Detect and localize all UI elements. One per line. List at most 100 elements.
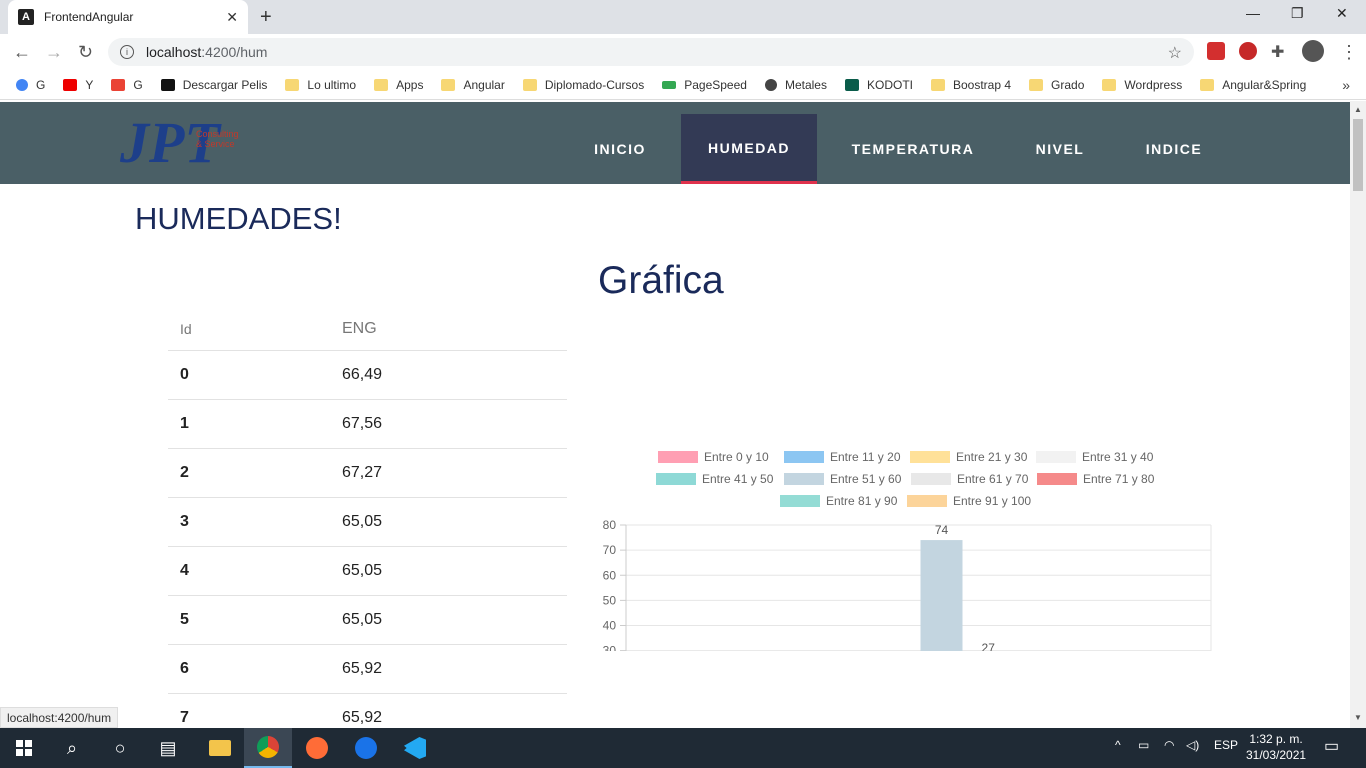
folder-icon — [1029, 78, 1044, 91]
vscode-icon[interactable] — [391, 728, 439, 768]
page-title: HUMEDADES! — [135, 201, 342, 236]
bookmark-grado[interactable]: Grado — [1029, 78, 1084, 92]
forward-icon[interactable]: → — [45, 42, 63, 63]
bookmark-gmail[interactable]: G — [111, 78, 143, 92]
clock[interactable]: 1:32 p. m. 31/03/2021 — [1246, 731, 1306, 763]
y-tick-label: 70 — [603, 543, 617, 557]
bookmark-diplomado[interactable]: Diplomado-Cursos — [522, 78, 644, 92]
folder-icon — [285, 78, 300, 91]
bookmark-apps[interactable]: Apps — [374, 78, 423, 92]
table-row: 6 65,92 — [168, 645, 567, 694]
menu-dots-icon[interactable]: ⋮ — [1340, 42, 1358, 63]
table-row: 3 65,05 — [168, 498, 567, 547]
battery-icon[interactable]: ▭ — [1138, 738, 1149, 752]
address-bar[interactable]: i localhost:4200/hum ☆ — [108, 38, 1194, 66]
bookmark-boostrap[interactable]: Boostrap 4 — [931, 78, 1011, 92]
bookmark-descargar-pelis[interactable]: Descargar Pelis — [160, 78, 267, 92]
clock-time: 1:32 p. m. — [1249, 732, 1303, 746]
folder-icon — [374, 78, 389, 91]
gmail-icon — [111, 78, 126, 91]
table-header: Id ENG — [168, 307, 567, 351]
y-tick-label: 30 — [603, 644, 617, 651]
language-indicator[interactable]: ESP — [1214, 738, 1238, 752]
folder-icon — [441, 78, 456, 91]
table-row: 7 65,92 — [168, 694, 567, 728]
table-row: 2 67,27 — [168, 449, 567, 498]
chart-plot: 01020304050607080000007427000Valores — [603, 518, 1212, 651]
maps-app-icon[interactable] — [342, 728, 390, 768]
bar-value-label: 27 — [982, 641, 996, 651]
tray-chevron-icon[interactable]: ^ — [1115, 738, 1121, 752]
youtube-icon — [63, 78, 78, 91]
y-tick-label: 60 — [603, 568, 617, 582]
scroll-down-icon[interactable]: ▼ — [1354, 713, 1362, 722]
table-row: 1 67,56 — [168, 400, 567, 449]
search-icon[interactable]: ⌕ — [48, 728, 96, 768]
back-icon[interactable]: ← — [13, 42, 31, 63]
bookmark-google[interactable]: G — [16, 78, 45, 92]
notifications-icon[interactable]: ▭ — [1324, 736, 1339, 756]
nav-humedad[interactable]: HUMEDAD — [681, 114, 817, 184]
nav-indice[interactable]: INDICE — [1130, 114, 1218, 184]
postman-icon[interactable] — [293, 728, 341, 768]
extension-red-icon[interactable] — [1207, 42, 1225, 60]
site-logo[interactable]: JPT Consulting & Service — [119, 102, 240, 175]
humidity-chart: Entre 0 y 10 Entre 11 y 20 Entre 21 y 30 En… — [596, 351, 1216, 651]
adblock-icon[interactable] — [1239, 42, 1257, 60]
close-window-icon[interactable]: ✕ — [1336, 5, 1348, 22]
task-view-icon[interactable]: ▤ — [144, 728, 192, 768]
header-id: Id — [180, 320, 192, 337]
folder-icon — [1200, 78, 1215, 91]
nav-inicio[interactable]: INICIO — [580, 114, 660, 184]
bookmark-star-icon[interactable]: ☆ — [1168, 43, 1182, 63]
restore-icon[interactable]: ❐ — [1291, 5, 1304, 22]
bookmark-angular[interactable]: Angular — [441, 78, 505, 92]
site-navbar: JPT Consulting & Service INICIO HUMEDAD … — [0, 102, 1350, 184]
scroll-thumb[interactable] — [1353, 119, 1363, 191]
bookmark-youtube[interactable]: Y — [63, 78, 93, 92]
browser-tab[interactable]: A FrontendAngular ✕ — [8, 0, 248, 34]
avatar[interactable] — [1302, 40, 1324, 62]
info-icon[interactable]: i — [120, 45, 134, 59]
start-windows-icon[interactable] — [0, 728, 48, 768]
table-row: 0 66,49 — [168, 351, 567, 400]
reload-icon[interactable]: ↻ — [78, 42, 93, 63]
nav-nivel[interactable]: NIVEL — [1020, 114, 1100, 184]
minimize-icon[interactable]: — — [1246, 5, 1260, 21]
clock-date: 31/03/2021 — [1246, 748, 1307, 762]
bookmark-angular-spring[interactable]: Angular&Spring — [1200, 78, 1306, 92]
browser-toolbar: ← → ↻ i localhost:4200/hum ☆ ✚ ⋮ — [0, 34, 1366, 70]
svg-text:Consulting: Consulting — [196, 129, 239, 139]
bar-value-label: 74 — [935, 523, 949, 537]
table-row: 5 65,05 — [168, 596, 567, 645]
y-tick-label: 50 — [603, 593, 617, 607]
extensions-puzzle-icon[interactable]: ✚ — [1271, 42, 1284, 62]
globe-icon — [764, 78, 777, 91]
bookmark-kodoti[interactable]: KODOTI — [844, 78, 913, 92]
wifi-icon[interactable]: ◠ — [1164, 738, 1174, 752]
pagespeed-icon — [662, 80, 677, 89]
volume-icon[interactable]: ◁) — [1186, 738, 1199, 752]
header-eng: ENG — [342, 319, 377, 337]
bookmark-metales[interactable]: Metales — [764, 78, 827, 92]
bookmark-wordpress[interactable]: Wordpress — [1102, 78, 1182, 92]
folder-icon — [522, 78, 537, 91]
nav-temperatura[interactable]: TEMPERATURA — [840, 114, 986, 184]
windows-taskbar: ⌕ ○ ▤ ^ ▭ ◠ ◁) ESP 1:32 p. m. 31/03/2021… — [0, 728, 1366, 768]
page-viewport: JPT Consulting & Service INICIO HUMEDAD … — [0, 101, 1350, 728]
angular-icon: A — [18, 9, 34, 25]
y-tick-label: 40 — [603, 619, 617, 633]
page-scrollbar[interactable]: ▲ ▼ — [1350, 101, 1366, 728]
cortana-icon[interactable]: ○ — [96, 728, 144, 768]
bookmark-lo-ultimo[interactable]: Lo ultimo — [285, 78, 356, 92]
file-explorer-icon[interactable] — [196, 728, 244, 768]
status-url: localhost:4200/hum — [0, 707, 119, 728]
new-tab-icon[interactable]: + — [260, 6, 272, 29]
bookmark-pagespeed[interactable]: PageSpeed — [662, 78, 747, 92]
close-tab-icon[interactable]: ✕ — [226, 9, 238, 26]
humidity-table: Id ENG 0 66,49 1 67,56 2 67,27 3 65,05 4 65,0… — [168, 307, 567, 728]
chrome-icon[interactable] — [244, 728, 292, 768]
more-bookmarks-icon[interactable]: » — [1342, 77, 1350, 93]
folder-icon — [1102, 78, 1117, 91]
scroll-up-icon[interactable]: ▲ — [1354, 105, 1362, 114]
